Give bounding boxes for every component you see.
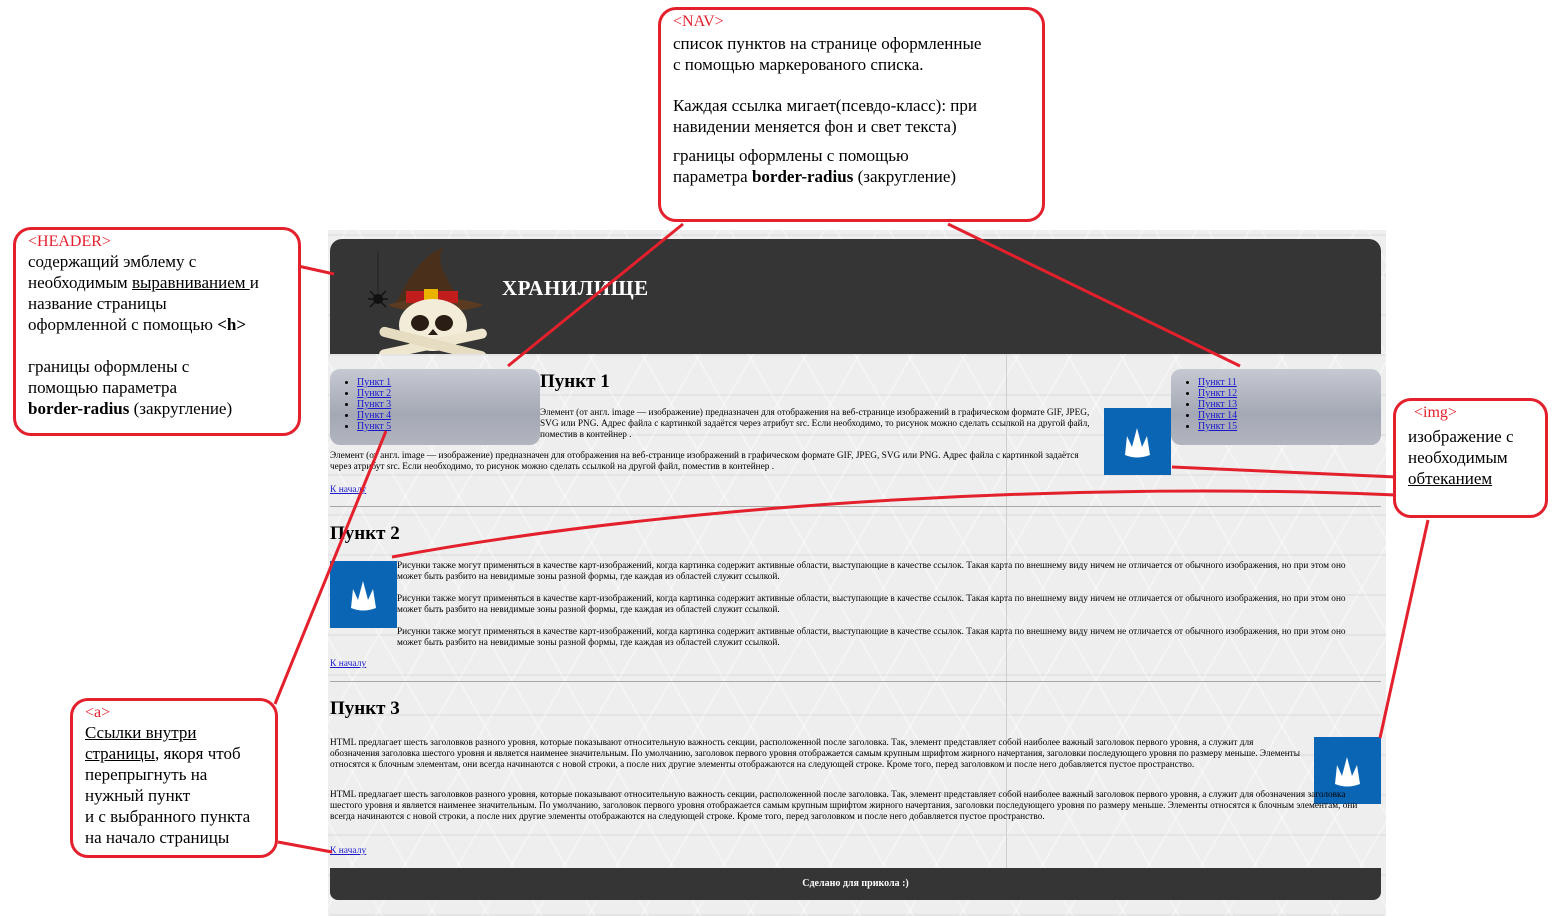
callout-text: помощью параметра (28, 378, 177, 397)
callout-tag: <HEADER> (28, 233, 111, 250)
section2-paragraph: Рисунки также могут применяться в качест… (397, 627, 1346, 648)
section-divider (330, 506, 1381, 507)
callout-tag: <a> (85, 704, 111, 721)
nav-item: Пункт 4 (357, 410, 540, 421)
callout-text: Ссылки внутри (85, 723, 197, 742)
nav-item: Пункт 5 (357, 421, 540, 432)
callout-text: обтеканием (1408, 469, 1493, 488)
callout-text: изображение с (1408, 427, 1514, 446)
nav-item: Пункт 11 (1198, 377, 1381, 388)
callout-a: <a> Ссылки внутри страницы, якоря чтоб п… (70, 698, 278, 858)
section3-heading: Пункт 3 (330, 698, 400, 719)
callout-img: <img> изображение с необходимым обтекани… (1393, 398, 1548, 518)
callout-text: границы оформлены с (28, 357, 190, 376)
callout-header: <HEADER> содержащий эмблему с необходимы… (13, 227, 301, 436)
page-title: ХРАНИЛИЩЕ (502, 276, 649, 300)
nav-link[interactable]: Пункт 5 (357, 421, 391, 432)
callout-text: на начало страницы (85, 828, 230, 847)
nav-item: Пункт 1 (357, 377, 540, 388)
page-mockup: ХРАНИЛИЩЕ Пункт 1 Пункт 2 Пункт 3 Пункт … (328, 230, 1386, 916)
callout-text: параметра border-radius (закругление) (673, 167, 957, 186)
nav-link[interactable]: Пункт 12 (1198, 388, 1237, 399)
back-to-top-link[interactable]: К началу (330, 846, 366, 856)
section3-paragraph: HTML предлагает шесть заголовков разного… (330, 790, 1358, 822)
site-header: ХРАНИЛИЩЕ (330, 239, 1381, 354)
section2-heading: Пункт 2 (330, 523, 400, 544)
crown-image-icon (330, 561, 397, 628)
connector-a-2 (277, 840, 333, 854)
nav-link[interactable]: Пункт 3 (357, 399, 391, 410)
nav-item: Пункт 3 (357, 399, 540, 410)
nav-link[interactable]: Пункт 14 (1198, 410, 1237, 421)
nav-item: Пункт 2 (357, 388, 540, 399)
callout-tag: <NAV> (673, 13, 724, 30)
callout-text: нужный пункт (85, 786, 191, 805)
callout-text: необходимым выравниванием и (28, 273, 259, 292)
nav-link[interactable]: Пункт 1 (357, 377, 391, 388)
connector-img-3 (1378, 519, 1430, 739)
nav-item: Пункт 14 (1198, 410, 1381, 421)
nav-link[interactable]: Пункт 11 (1198, 377, 1237, 388)
callout-text: перепрыгнуть на (85, 765, 208, 784)
nav-link[interactable]: Пункт 15 (1198, 421, 1237, 432)
nav-item: Пункт 13 (1198, 399, 1381, 410)
callout-text: содержащий эмблему с (28, 252, 197, 271)
nav-link[interactable]: Пункт 13 (1198, 399, 1237, 410)
section1-text: Элемент (от англ. image — изображение) п… (540, 408, 1090, 440)
callout-text: оформленной с помощью <h> (28, 315, 247, 334)
nav-right: Пункт 11 Пункт 12 Пункт 13 Пункт 14 Пунк… (1171, 369, 1381, 445)
callout-text: название страницы (28, 294, 167, 313)
callout-text: Каждая ссылка мигает(псевдо-класс): при (673, 96, 977, 115)
site-footer: Сделано для прикола :) (330, 868, 1381, 900)
crown-image-icon (1104, 408, 1171, 475)
callout-tag: <img> (1414, 404, 1457, 421)
nav-item: Пункт 12 (1198, 388, 1381, 399)
callout-nav: <NAV> список пунктов на странице оформле… (658, 7, 1045, 222)
section-divider (330, 681, 1381, 682)
callout-text: границы оформлены с помощью (673, 146, 909, 165)
section2-paragraph: Рисунки также могут применяться в качест… (397, 561, 1346, 582)
nav-left: Пункт 1 Пункт 2 Пункт 3 Пункт 4 Пункт 5 (330, 369, 540, 445)
callout-text: страницы, якоря чтоб (85, 744, 241, 763)
callout-text: border-radius (закругление) (28, 399, 233, 418)
callout-text: список пунктов на странице оформленные (673, 34, 982, 53)
nav-link[interactable]: Пункт 4 (357, 410, 391, 421)
section2-paragraph: Рисунки также могут применяться в качест… (397, 594, 1346, 615)
callout-text: необходимым (1408, 448, 1508, 467)
nav-item: Пункт 15 (1198, 421, 1381, 432)
callout-text: навидении меняется фон и свет текста) (673, 117, 957, 136)
callout-text: и с выбранного пункта (85, 807, 251, 826)
nav-link[interactable]: Пункт 2 (357, 388, 391, 399)
section1-text-2: Элемент (от англ. image — изображение) п… (330, 451, 1079, 472)
skull-witch-hat-logo-icon (368, 247, 487, 354)
section3-paragraph: HTML предлагает шесть заголовков разного… (330, 738, 1300, 770)
back-to-top-link[interactable]: К началу (330, 659, 366, 669)
back-to-top-link[interactable]: К началу (330, 485, 366, 495)
callout-text: с помощью маркерованого списка. (673, 55, 924, 74)
section1-heading: Пункт 1 (540, 371, 610, 392)
